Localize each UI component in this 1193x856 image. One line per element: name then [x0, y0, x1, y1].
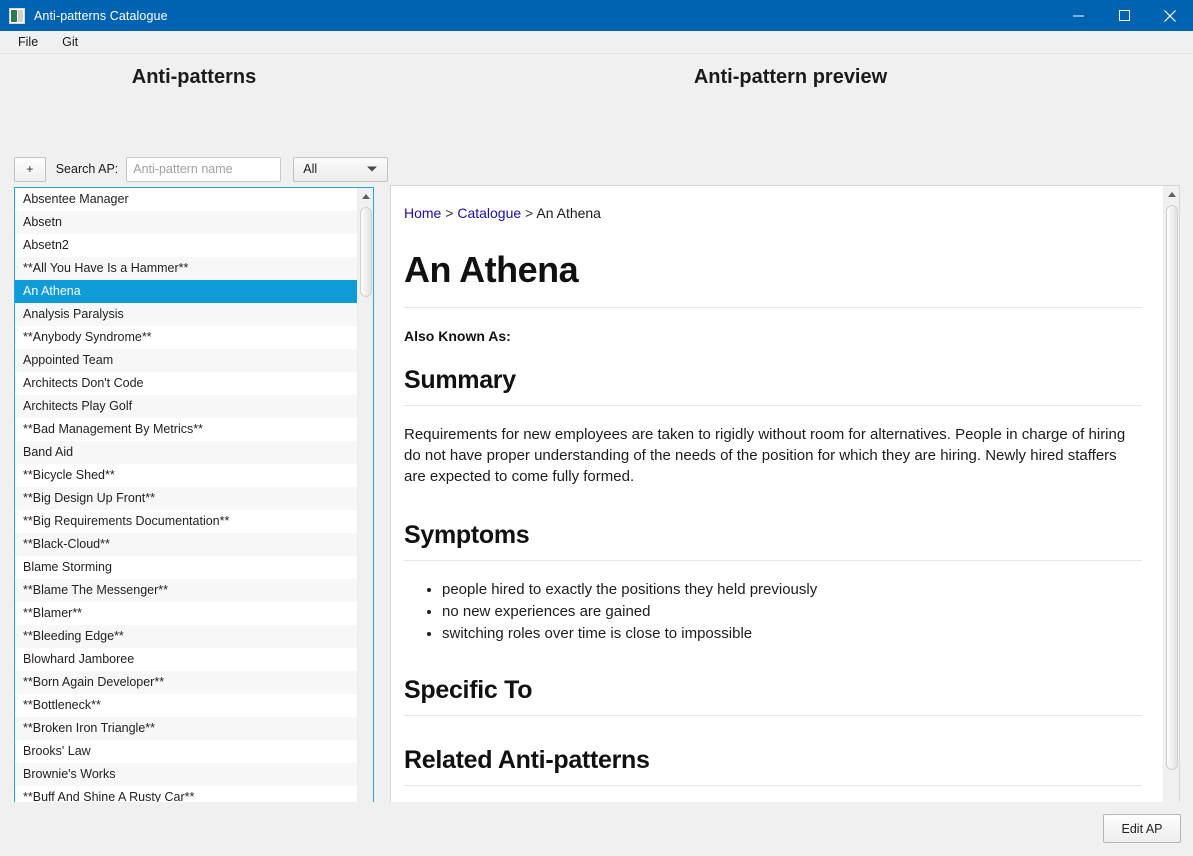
- window-controls: [1055, 0, 1193, 31]
- list-item[interactable]: Appointed Team: [15, 349, 359, 372]
- edit-ap-button[interactable]: Edit AP: [1103, 814, 1181, 843]
- list-item[interactable]: Absetn2: [15, 234, 359, 257]
- search-label: Search AP:: [55, 162, 119, 176]
- list-item[interactable]: **Black-Cloud**: [15, 533, 359, 556]
- section-heading-symptoms: Symptoms: [404, 521, 530, 549]
- list-item: switching roles over time is close to im…: [442, 623, 1142, 644]
- list-item[interactable]: **Broken Iron Triangle**: [15, 717, 359, 740]
- symptoms-list: people hired to exactly the positions th…: [404, 579, 1142, 644]
- chevron-down-icon: [367, 166, 377, 172]
- list-vertical-scrollbar[interactable]: [357, 188, 373, 855]
- list-item[interactable]: **Blame The Messenger**: [15, 579, 359, 602]
- list-item[interactable]: **Born Again Developer**: [15, 671, 359, 694]
- list-item[interactable]: **All You Have Is a Hammer**: [15, 257, 359, 280]
- list-item[interactable]: **Bad Management By Metrics**: [15, 418, 359, 441]
- list-item[interactable]: Architects Play Golf: [15, 395, 359, 418]
- section-heading-summary: Summary: [404, 366, 516, 394]
- preview-scrollbar-thumb[interactable]: [1166, 205, 1178, 770]
- list-item[interactable]: Analysis Paralysis: [15, 303, 359, 326]
- window-title: Anti-patterns Catalogue: [34, 8, 168, 23]
- anti-patterns-panel: Anti-patterns + Search AP: All Absentee …: [0, 54, 388, 856]
- menu-item-file[interactable]: File: [9, 32, 47, 52]
- anti-patterns-list[interactable]: Absentee Manager Absetn Absetn2 **All Yo…: [14, 187, 374, 856]
- preview-document: Home > Catalogue > An Athena An Athena A…: [391, 186, 1165, 855]
- main-content: Anti-patterns + Search AP: All Absentee …: [0, 54, 1193, 856]
- menu-bar: File Git: [0, 31, 1193, 54]
- right-panel-title: Anti-pattern preview: [693, 66, 888, 88]
- maximize-icon[interactable]: [1101, 0, 1147, 31]
- breadcrumb: Home > Catalogue > An Athena: [404, 205, 1147, 221]
- divider: [404, 560, 1142, 561]
- list-scrollbar-thumb[interactable]: [360, 207, 372, 297]
- summary-text: Requirements for new employees are taken…: [404, 426, 1126, 485]
- scroll-up-arrow-icon[interactable]: [1164, 186, 1179, 203]
- section-heading-related: Related Anti-patterns: [404, 746, 650, 774]
- section-heading-specific-to: Specific To: [404, 676, 533, 704]
- close-icon[interactable]: [1147, 0, 1193, 31]
- breadcrumb-link-catalogue[interactable]: Catalogue: [457, 205, 521, 221]
- list-item[interactable]: **Big Requirements Documentation**: [15, 510, 359, 533]
- breadcrumb-current: An Athena: [536, 205, 601, 221]
- bottom-bar: Edit AP: [0, 802, 1193, 856]
- anti-patterns-list-items: Absentee Manager Absetn Absetn2 **All Yo…: [15, 188, 359, 855]
- window-titlebar: Anti-patterns Catalogue: [0, 0, 1193, 31]
- page-title: An Athena: [404, 249, 579, 290]
- list-item: people hired to exactly the positions th…: [442, 579, 1142, 600]
- list-item[interactable]: Brownie's Works: [15, 763, 359, 786]
- list-item[interactable]: **Big Design Up Front**: [15, 487, 359, 510]
- divider: [404, 405, 1142, 406]
- divider: [404, 715, 1142, 716]
- category-filter-value: All: [303, 162, 318, 176]
- add-anti-pattern-button[interactable]: +: [14, 156, 46, 182]
- divider: [404, 785, 1142, 786]
- search-input[interactable]: [126, 156, 282, 182]
- also-known-as-label: Also Known As:: [404, 328, 511, 344]
- breadcrumb-link-home[interactable]: Home: [404, 205, 441, 221]
- list-item-selected[interactable]: An Athena: [15, 280, 359, 303]
- divider: [404, 307, 1142, 308]
- menu-item-git[interactable]: Git: [53, 32, 87, 52]
- category-filter-select[interactable]: All: [293, 156, 388, 182]
- list-item[interactable]: **Blamer**: [15, 602, 359, 625]
- list-item[interactable]: Architects Don't Code: [15, 372, 359, 395]
- breadcrumb-separator: >: [525, 205, 534, 221]
- list-item[interactable]: Band Aid: [15, 441, 359, 464]
- list-item[interactable]: **Bottleneck**: [15, 694, 359, 717]
- breadcrumb-separator: >: [445, 205, 454, 221]
- preview-frame: Home > Catalogue > An Athena An Athena A…: [390, 185, 1180, 856]
- minimize-icon[interactable]: [1055, 0, 1101, 31]
- scroll-up-arrow-icon[interactable]: [358, 188, 373, 205]
- list-item: no new experiences are gained: [442, 601, 1142, 622]
- list-item[interactable]: Absentee Manager: [15, 188, 359, 211]
- list-item[interactable]: **Bicycle Shed**: [15, 464, 359, 487]
- left-panel-title: Anti-patterns: [131, 66, 257, 88]
- preview-vertical-scrollbar[interactable]: [1163, 186, 1179, 855]
- preview-panel: Anti-pattern preview Home > Catalogue > …: [388, 54, 1193, 856]
- search-toolbar: + Search AP: All: [0, 155, 388, 183]
- list-item[interactable]: Absetn: [15, 211, 359, 234]
- list-item[interactable]: Blame Storming: [15, 556, 359, 579]
- list-item[interactable]: Blowhard Jamboree: [15, 648, 359, 671]
- list-item[interactable]: **Bleeding Edge**: [15, 625, 359, 648]
- list-item[interactable]: **Anybody Syndrome**: [15, 326, 359, 349]
- app-window-icon: [9, 7, 25, 24]
- list-item[interactable]: Brooks' Law: [15, 740, 359, 763]
